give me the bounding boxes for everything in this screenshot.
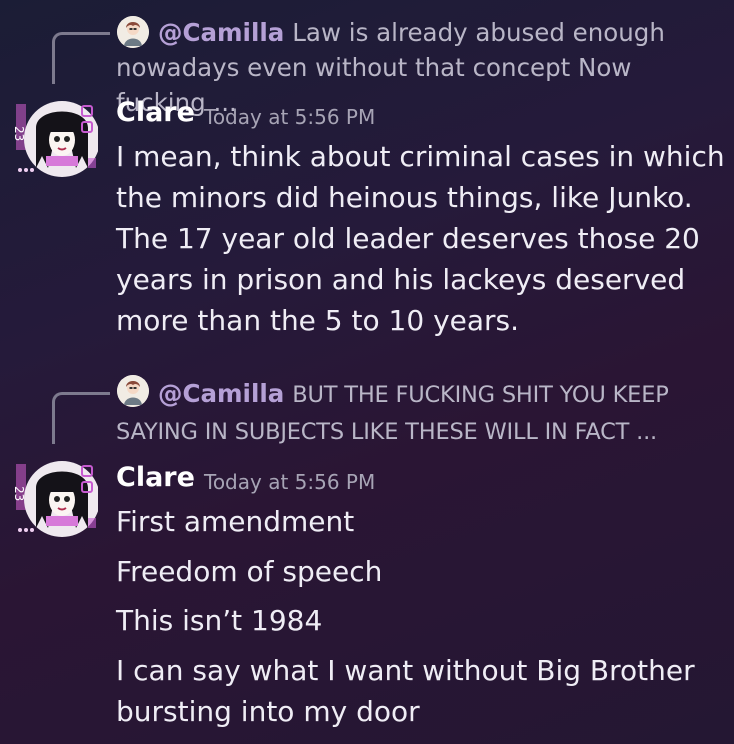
message-line: I can say what I want without Big Brothe… [116, 654, 695, 687]
message-line: First amendment [116, 505, 355, 538]
reply-connector [52, 32, 110, 84]
svg-text:23: 23 [12, 126, 26, 141]
reply-mention[interactable]: @Camilla [158, 18, 284, 47]
author-avatar-icon[interactable]: 23 [10, 98, 100, 180]
author-avatar-icon[interactable]: 23 [10, 458, 100, 540]
message-timestamp: Today at 5:56 PM [204, 105, 376, 129]
reply-preview[interactable]: @Camilla BUT THE FUCKING SHIT YOU KEEP SA… [116, 376, 716, 450]
message-line: bursting into my door [116, 695, 420, 728]
message-timestamp: Today at 5:56 PM [204, 470, 376, 494]
reply-mention[interactable]: @Camilla [158, 379, 284, 408]
svg-text:23: 23 [12, 486, 26, 501]
author-name[interactable]: Clare [116, 97, 195, 128]
message-body: I mean, think about criminal cases in wh… [116, 140, 725, 337]
reply-connector [52, 392, 110, 444]
message-line: This isn’t 1984 [116, 604, 323, 637]
author-name[interactable]: Clare [116, 462, 195, 493]
message-line: Freedom of speech [116, 555, 383, 588]
